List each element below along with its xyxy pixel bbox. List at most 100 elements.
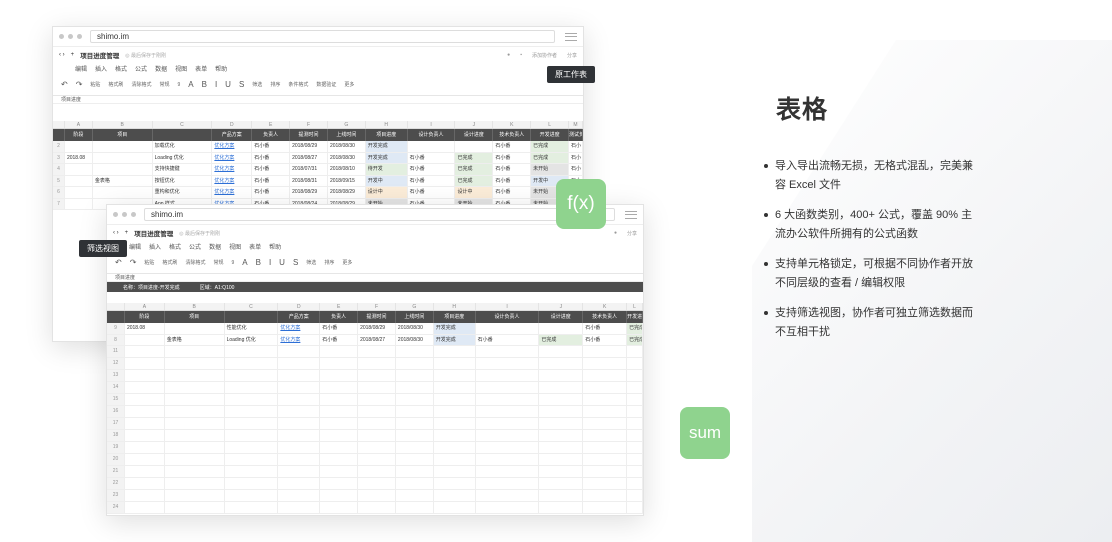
table-cell[interactable] xyxy=(476,382,540,393)
menu-item[interactable]: 公式 xyxy=(189,242,201,251)
table-cell[interactable] xyxy=(539,418,584,429)
row-number[interactable]: 21 xyxy=(107,466,125,477)
table-cell[interactable]: 石小番 xyxy=(252,187,291,198)
redo-icon[interactable]: ↷ xyxy=(130,258,137,267)
menu-item[interactable]: 帮助 xyxy=(269,242,281,251)
table-cell[interactable]: 重构和优化 xyxy=(153,187,213,198)
sort-button[interactable]: 排序 xyxy=(324,259,334,266)
table-cell[interactable] xyxy=(396,478,434,489)
table-cell[interactable]: 2018/07/31 xyxy=(290,164,328,175)
table-cell[interactable] xyxy=(165,466,225,477)
table-cell[interactable] xyxy=(583,442,628,453)
table-cell[interactable] xyxy=(278,430,321,441)
conditional-format-button[interactable]: 条件格式 xyxy=(288,81,308,88)
table-cell[interactable]: 开发完成 xyxy=(433,334,476,345)
table-cell[interactable] xyxy=(434,430,476,441)
table-cell[interactable] xyxy=(278,418,321,429)
header-cell[interactable]: 开发进度 xyxy=(531,129,570,141)
column-header[interactable]: M xyxy=(569,121,583,128)
column-header[interactable] xyxy=(53,121,65,128)
undo-icon[interactable]: ↶ xyxy=(115,258,122,267)
table-cell[interactable] xyxy=(455,141,494,152)
column-header[interactable] xyxy=(107,303,125,310)
table-cell[interactable] xyxy=(434,442,476,453)
header-cell[interactable] xyxy=(107,311,125,323)
menu-item[interactable]: 格式 xyxy=(115,64,127,73)
table-cell[interactable] xyxy=(358,358,396,369)
table-cell[interactable] xyxy=(627,478,643,489)
table-cell[interactable]: 石小 xyxy=(569,164,583,175)
table-cell[interactable] xyxy=(583,478,628,489)
table-cell[interactable] xyxy=(278,442,321,453)
table-cell[interactable] xyxy=(627,370,643,381)
table-cell[interactable] xyxy=(225,466,279,477)
table-cell[interactable] xyxy=(627,382,643,393)
table-cell[interactable]: 2018/08/29 xyxy=(358,323,396,334)
header-cell[interactable]: 提测时间 xyxy=(358,311,396,323)
table-cell[interactable] xyxy=(320,394,359,405)
table-cell[interactable] xyxy=(583,358,628,369)
table-cell[interactable] xyxy=(125,346,165,357)
table-cell[interactable] xyxy=(278,382,321,393)
column-header[interactable]: H xyxy=(366,121,408,128)
column-header[interactable]: E xyxy=(252,121,291,128)
share-button[interactable]: 分享 xyxy=(567,52,577,59)
column-header[interactable]: G xyxy=(328,121,366,128)
table-cell[interactable] xyxy=(225,418,279,429)
table-cell[interactable]: 2018/08/10 xyxy=(328,164,366,175)
table-cell[interactable] xyxy=(476,442,540,453)
header-cell[interactable]: 产品方案 xyxy=(212,129,253,141)
menu-item[interactable]: 表单 xyxy=(195,64,207,73)
column-header[interactable]: F xyxy=(358,303,396,310)
table-cell[interactable] xyxy=(165,502,225,513)
table-cell[interactable] xyxy=(278,394,321,405)
table-cell[interactable] xyxy=(583,394,628,405)
table-cell[interactable] xyxy=(165,370,225,381)
row-number[interactable]: 22 xyxy=(107,478,125,489)
table-cell[interactable] xyxy=(396,406,434,417)
table-cell[interactable] xyxy=(125,502,165,513)
table-cell[interactable]: 已完成 xyxy=(455,164,494,175)
table-cell[interactable] xyxy=(627,406,643,417)
table-cell[interactable]: 石小 xyxy=(569,141,583,152)
table-cell[interactable] xyxy=(165,382,225,393)
table-cell[interactable] xyxy=(225,406,279,417)
table-cell[interactable] xyxy=(165,430,225,441)
table-cell[interactable] xyxy=(539,406,584,417)
table-cell[interactable] xyxy=(278,346,321,357)
back-icon[interactable]: ‹ › xyxy=(59,52,65,58)
table-cell[interactable] xyxy=(434,358,476,369)
table-cell[interactable] xyxy=(539,502,584,513)
table-cell[interactable] xyxy=(396,430,434,441)
format-painter-button[interactable]: 格式刷 xyxy=(108,81,123,88)
table-cell[interactable] xyxy=(476,418,540,429)
column-header[interactable]: D xyxy=(212,121,253,128)
table-cell[interactable] xyxy=(165,454,225,465)
menu-item[interactable]: 数据 xyxy=(209,242,221,251)
row-number[interactable]: 7 xyxy=(53,198,65,209)
table-cell[interactable] xyxy=(125,466,165,477)
row-number[interactable]: 24 xyxy=(107,502,125,513)
table-cell[interactable] xyxy=(125,442,165,453)
font-size-select[interactable]: 9 xyxy=(231,260,234,266)
table-cell[interactable] xyxy=(125,406,165,417)
format-painter-button[interactable]: 格式刷 xyxy=(162,259,177,266)
avatar[interactable]: ● xyxy=(614,230,617,236)
table-cell[interactable]: 设计中 xyxy=(455,187,494,198)
table-cell[interactable]: 石小番 xyxy=(408,152,456,163)
table-cell[interactable] xyxy=(165,490,225,501)
table-cell[interactable] xyxy=(434,346,476,357)
table-cell[interactable]: 加载优化 xyxy=(153,141,213,152)
table-cell[interactable]: 石小番 xyxy=(408,164,456,175)
column-header[interactable]: D xyxy=(278,303,321,310)
header-cell[interactable]: 项目 xyxy=(93,129,153,141)
table-cell[interactable] xyxy=(320,442,359,453)
row-number[interactable]: 8 xyxy=(107,334,125,345)
table-cell[interactable] xyxy=(125,334,165,345)
table-cell[interactable] xyxy=(476,370,540,381)
table-cell[interactable]: 2018/08/31 xyxy=(290,175,328,186)
font-size-select[interactable]: 9 xyxy=(177,82,180,88)
column-header[interactable]: A xyxy=(125,303,165,310)
table-cell[interactable] xyxy=(358,490,396,501)
header-cell[interactable] xyxy=(53,129,65,141)
